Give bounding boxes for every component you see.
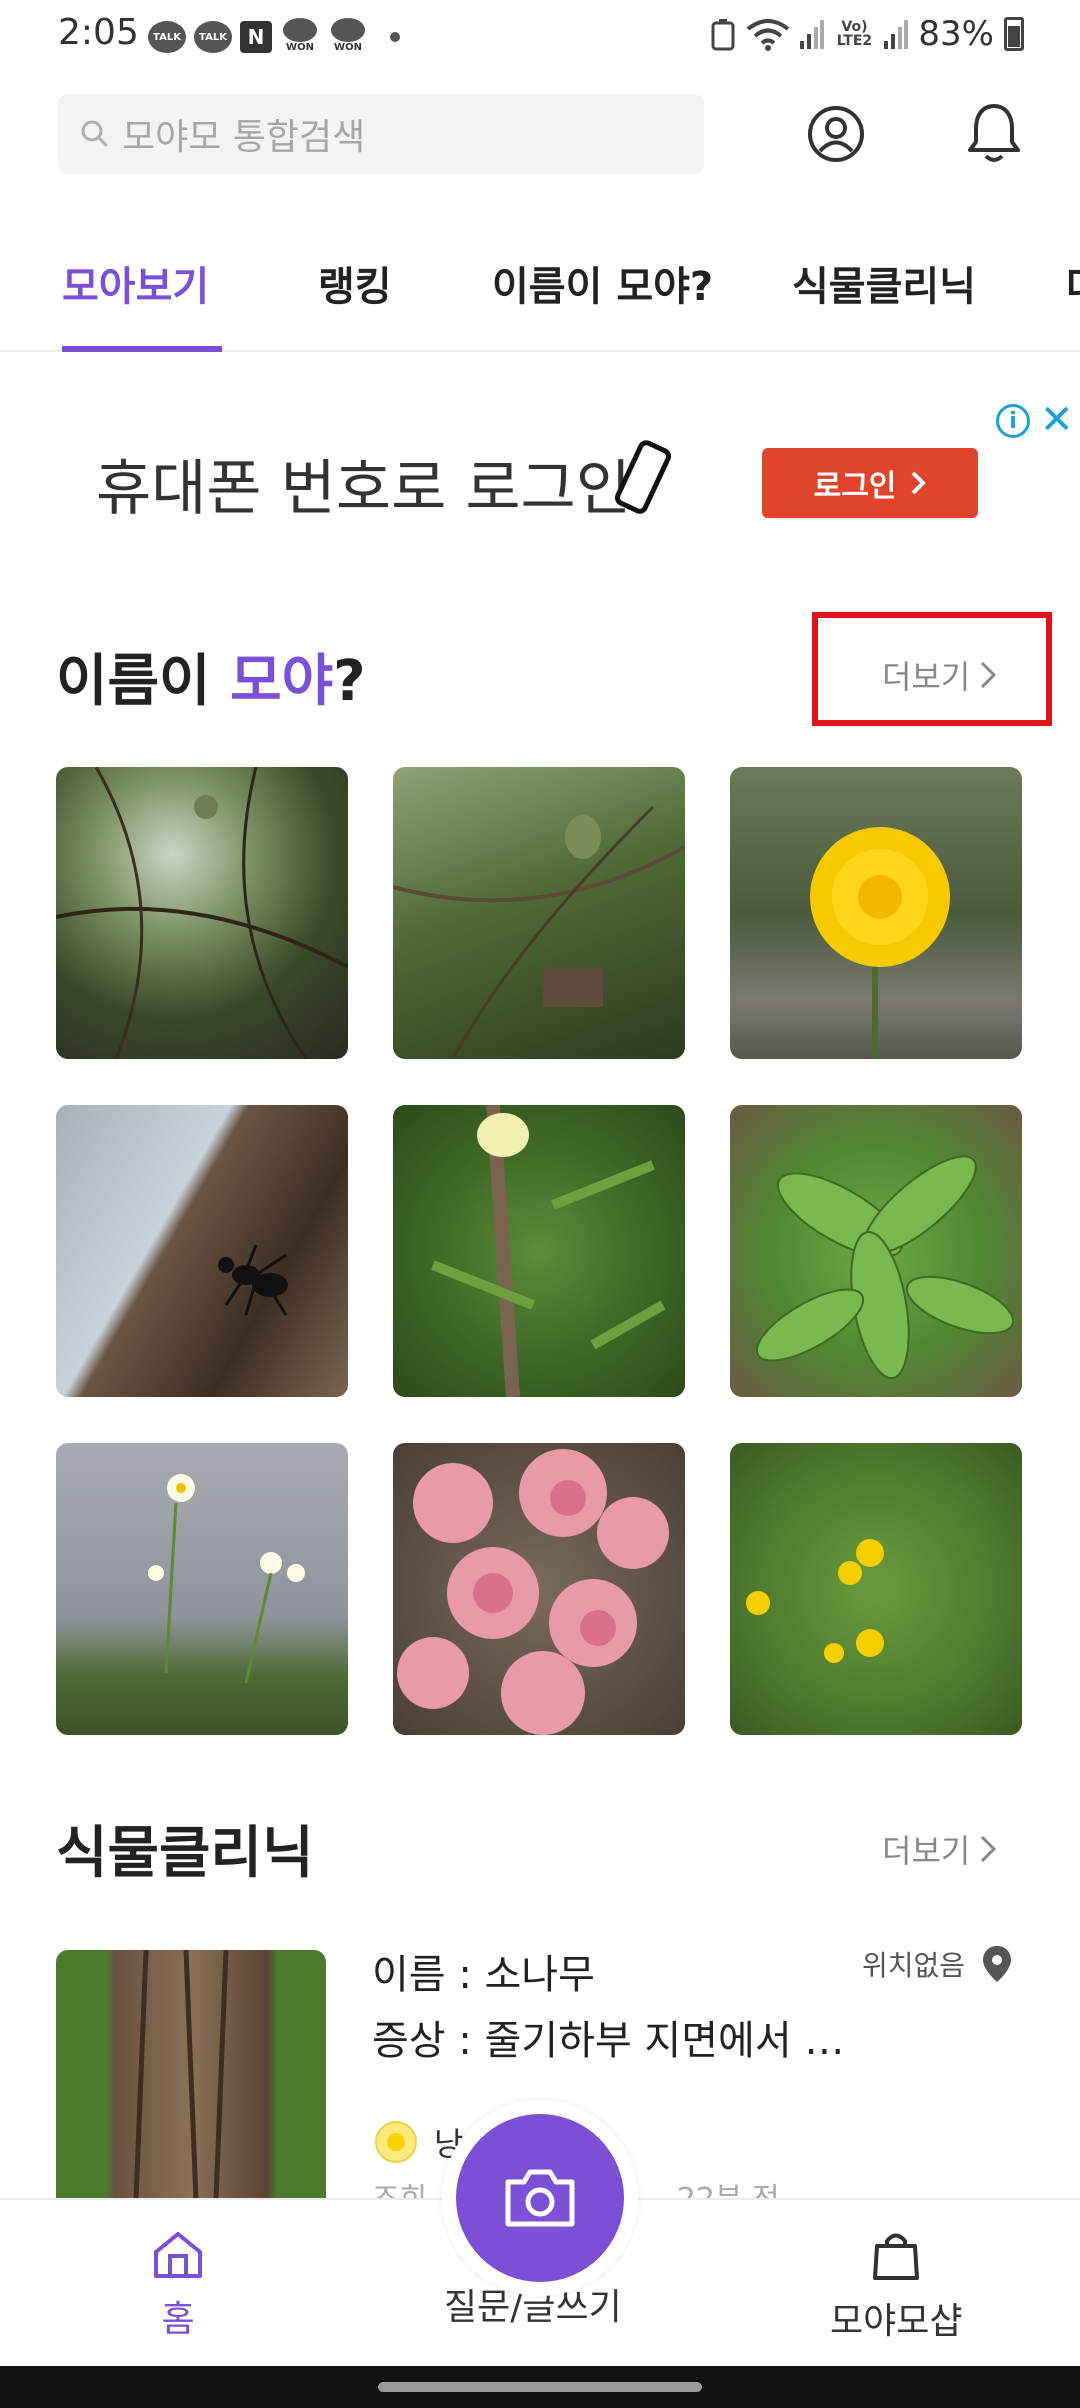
home-icon [154, 2232, 202, 2278]
leaf-rosette-illustration [755, 1155, 1015, 1380]
search-placeholder: 모야모 통합검색 [122, 117, 366, 158]
branches-illustration [393, 805, 685, 1059]
ad-login-button[interactable]: 로그인 [762, 448, 978, 518]
profile-icon [808, 106, 864, 162]
notification-icons: TALK TALK N WON WON [148, 18, 400, 56]
highlight-box [812, 612, 1052, 726]
plant-photo-thumbnail[interactable] [730, 767, 1022, 1059]
name-section-title: 이름이 모야? [56, 649, 366, 714]
clinic-post-name[interactable]: 이름 : 소나무 [372, 1942, 595, 2000]
plant-photo-thumbnail[interactable] [393, 1443, 685, 1735]
more-notifications-dot-icon [390, 32, 400, 42]
battery-percent: 83% [918, 14, 994, 54]
branches-illustration [56, 767, 348, 1059]
ad-info-icon[interactable]: i [996, 404, 1030, 438]
plant-photo-thumbnail[interactable] [56, 1443, 348, 1735]
phone-icon [614, 440, 672, 514]
daisy-illustration [148, 1474, 305, 1684]
clinic-post-thumbnail[interactable] [56, 1950, 326, 2200]
signal-icon [800, 20, 825, 49]
clinic-section-title: 식물클리닉 [56, 1821, 314, 1886]
clinic-post-location: 위치없음 [862, 1944, 1015, 1984]
clinic-section-more-link[interactable]: 더보기 [882, 1826, 998, 1872]
plant-photo-thumbnail[interactable] [393, 1105, 685, 1397]
plant-photo-thumbnail[interactable] [393, 767, 685, 1059]
nav-shop-label: 모야모샵 [830, 2301, 963, 2342]
network-type-label: Vo) LTE2 [836, 19, 873, 49]
nav-home[interactable]: 홈 [152, 2230, 204, 2342]
pink-flowers-illustration [397, 1449, 669, 1735]
tab-ranking[interactable]: 랭킹 [318, 254, 392, 312]
won-notification-icon: WON [280, 18, 320, 56]
system-gesture-bar [0, 2366, 1080, 2408]
plant-photo-thumbnail[interactable] [730, 1105, 1022, 1397]
location-pin-icon [983, 1946, 1012, 1982]
ad-text: 휴대폰 번호로 로그인 [96, 454, 631, 524]
dandelion-illustration [810, 827, 950, 1059]
signal-icon [884, 20, 909, 49]
tab-plant-clinic[interactable]: 식물클리닉 [792, 254, 976, 312]
search-input[interactable]: 모야모 통합검색 [58, 94, 704, 174]
profile-button[interactable] [806, 104, 866, 164]
stem-flower-illustration [431, 1105, 666, 1397]
ad-close-icon[interactable]: ✕ [1040, 400, 1074, 440]
battery-icon [1004, 17, 1024, 51]
plant-photo-thumbnail[interactable] [56, 1105, 348, 1397]
camera-icon [505, 2169, 575, 2227]
won-notification-icon: WON [328, 18, 368, 56]
talk-notification-icon: TALK [148, 21, 186, 53]
ant-illustration [218, 1244, 288, 1316]
talk-notification-icon: TALK [194, 21, 232, 53]
tab-collection[interactable]: 모아보기 [62, 254, 209, 312]
tab-whats-the-name[interactable]: 이름이 모야? [492, 254, 713, 312]
yellow-wildflower-illustration [746, 1539, 884, 1663]
plant-photo-thumbnail[interactable] [56, 767, 348, 1059]
active-tab-indicator [62, 346, 222, 352]
tree-bark-illustration [133, 1950, 229, 2200]
naver-notification-icon: N [240, 21, 272, 53]
plant-photo-thumbnail[interactable] [730, 1443, 1022, 1735]
system-icons: Vo) LTE2 83% [710, 14, 1024, 54]
ad-login-label: 로그인 [813, 469, 897, 504]
chevron-right-icon [981, 1835, 997, 1863]
clinic-post-symptom[interactable]: 증상 : 줄기하부 지면에서 … [372, 2008, 844, 2066]
sunflower-avatar-icon [375, 2121, 417, 2163]
chevron-right-icon [911, 471, 927, 495]
status-bar: 2:05 TALK TALK N WON WON Vo) LTE2 83% [0, 0, 1080, 74]
wifi-icon [747, 19, 790, 51]
category-tabs: 모아보기 랭킹 이름이 모야? 식물클리닉 다 [0, 240, 1080, 352]
recycle-icon [711, 19, 735, 51]
ad-banner[interactable]: 휴대폰 번호로 로그인 로그인 i ✕ [0, 384, 1080, 574]
search-icon [81, 120, 109, 148]
nav-shop[interactable]: 모야모샵 [830, 2230, 962, 2344]
tab-more-cut-off[interactable]: 다 [1066, 254, 1080, 312]
bell-icon [968, 104, 1020, 162]
nav-home-label: 홈 [161, 2299, 195, 2340]
status-time: 2:05 [58, 12, 139, 53]
camera-button[interactable] [456, 2114, 624, 2282]
notifications-button[interactable] [962, 100, 1026, 166]
gesture-handle[interactable] [378, 2382, 702, 2392]
shopping-bag-icon [873, 2233, 920, 2280]
